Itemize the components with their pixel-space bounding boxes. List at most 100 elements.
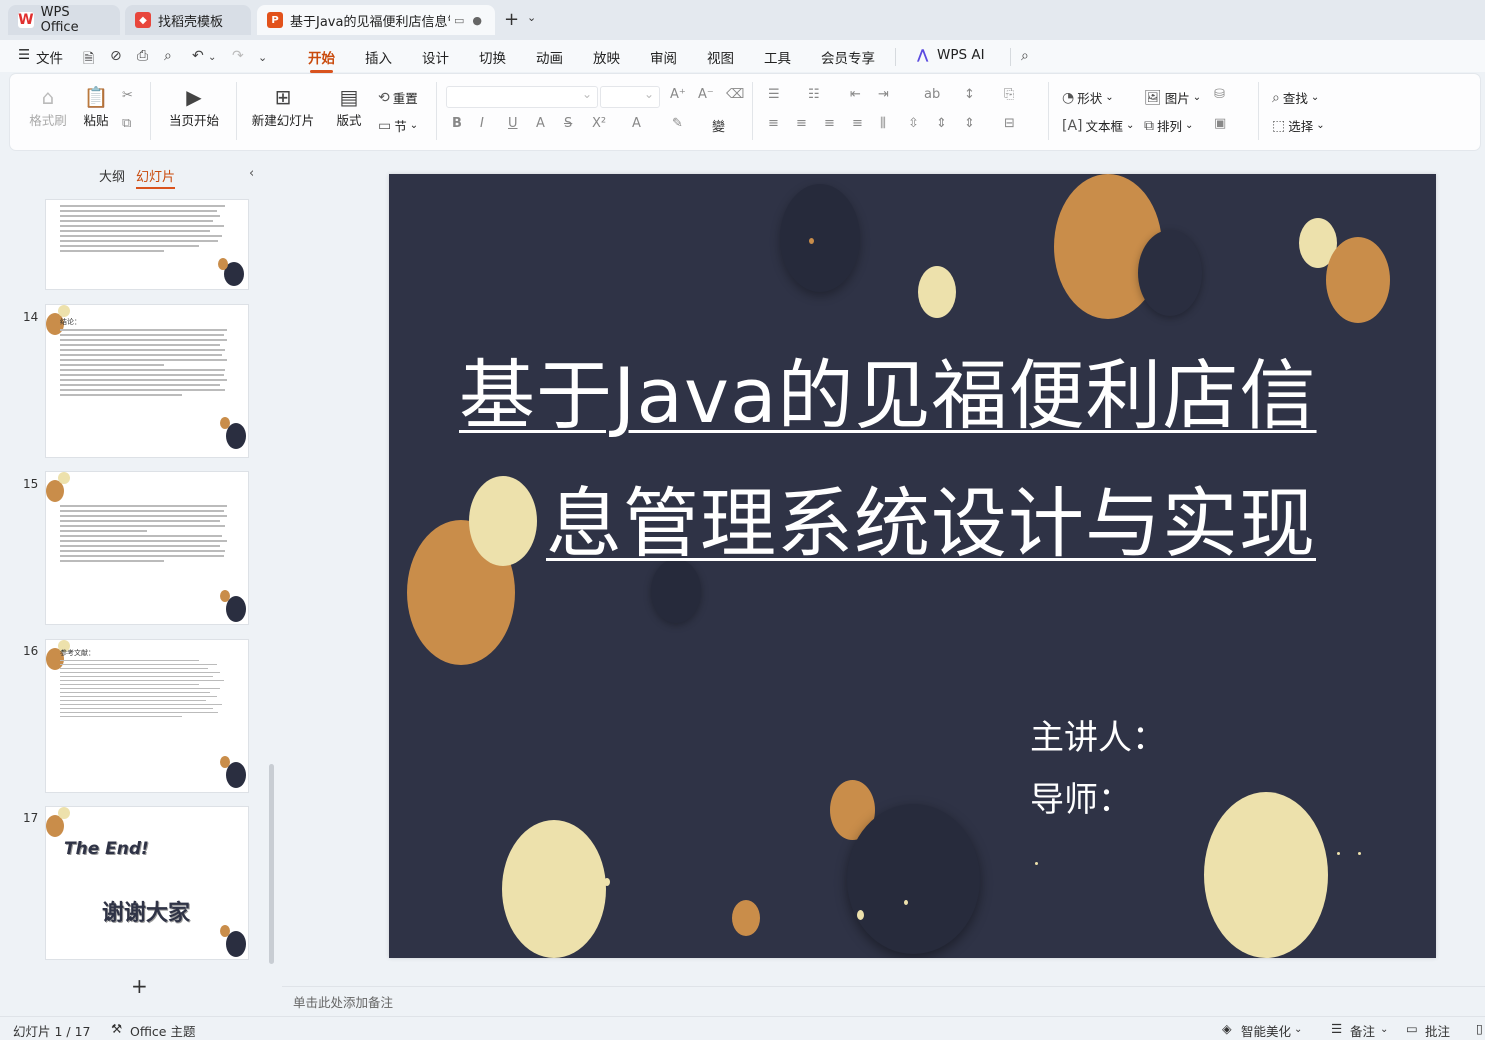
align-center-icon[interactable]: ≡ <box>796 116 807 131</box>
slide-thumbnail-13[interactable] <box>46 200 248 289</box>
menu-slideshow[interactable]: 放映 <box>593 47 620 67</box>
phonetic-icon[interactable]: 變 <box>712 116 725 135</box>
add-slide-button[interactable]: + <box>131 974 148 998</box>
monitor-icon[interactable]: ▭ <box>454 14 464 27</box>
undo-dropdown-icon[interactable]: ⌄ <box>208 52 216 63</box>
shadow-text-icon[interactable]: A <box>536 116 545 131</box>
paste-button[interactable]: 📋 粘贴 <box>74 84 118 129</box>
textbox-button[interactable]: [A] 文本框 ⌄ <box>1062 116 1134 135</box>
cut-icon[interactable]: ✂ <box>122 88 133 103</box>
font-color-icon[interactable]: A <box>632 116 641 131</box>
collapse-panel-icon[interactable]: ‹ <box>249 166 254 181</box>
font-size-select[interactable] <box>600 86 660 108</box>
new-tab-icon[interactable]: + <box>504 9 519 30</box>
font-family-select[interactable] <box>446 86 598 108</box>
notes-pane[interactable]: 单击此处添加备注 <box>282 986 1485 1014</box>
decrease-font-icon[interactable]: A⁻ <box>698 87 714 102</box>
select-button[interactable]: ⬚ 选择 ⌄ <box>1272 116 1325 135</box>
new-slide-button[interactable]: ⊞ 新建幻灯片 <box>246 84 320 129</box>
layout-button[interactable]: ▤ 版式 <box>328 84 370 129</box>
current-slide[interactable]: 基于Java的见福便利店信 息管理系统设计与实现 主讲人： 导师： <box>389 174 1436 958</box>
tab-outline[interactable]: 大纲 <box>99 166 125 185</box>
scrollbar[interactable] <box>269 764 274 964</box>
from-current-slide-button[interactable]: ▶ 当页开始 <box>160 84 228 129</box>
menu-insert[interactable]: 插入 <box>365 47 392 67</box>
tab-current-presentation[interactable]: P 基于Java的见福便利店信息管 ▭ ● <box>257 5 495 35</box>
slide-thumbnail-14[interactable]: 结论： <box>46 305 248 457</box>
section-button[interactable]: ▭ 节 ⌄ <box>378 116 418 135</box>
normal-view-icon[interactable]: ▯ <box>1476 1021 1483 1036</box>
arrange-button[interactable]: ⧉ 排列 ⌄ <box>1144 116 1193 135</box>
highlight-icon[interactable]: ✎ <box>672 116 683 131</box>
indent-icon[interactable]: ⇥ <box>878 87 889 102</box>
menu-view[interactable]: 视图 <box>707 47 734 67</box>
menu-animation[interactable]: 动画 <box>536 47 563 67</box>
align-right-icon[interactable]: ≡ <box>824 116 835 131</box>
convert-smartart-icon[interactable]: ⎘ <box>1004 87 1014 102</box>
theme-name[interactable]: Office 主题 <box>130 1021 195 1040</box>
menu-home[interactable]: 开始 <box>308 47 335 73</box>
undo-icon[interactable]: ↶ <box>192 48 204 64</box>
presenter-label[interactable]: 主讲人： <box>1030 710 1166 759</box>
close-dot-icon[interactable]: ● <box>472 14 482 27</box>
shape-button[interactable]: ◔ 形状 ⌄ <box>1062 88 1114 107</box>
save-icon[interactable]: 🗎 <box>83 48 94 72</box>
distribute-icon[interactable]: ⫼ <box>880 116 886 131</box>
fill-icon[interactable]: ⛁ <box>1214 87 1225 102</box>
line-spacing-icon[interactable]: ↕ <box>964 87 975 102</box>
increase-font-icon[interactable]: A⁺ <box>670 87 686 102</box>
slide-thumbnail-15[interactable] <box>46 472 248 624</box>
menu-membership[interactable]: 会员专享 <box>821 47 875 67</box>
columns-icon[interactable]: ⇕ <box>936 116 947 131</box>
redo-icon[interactable]: ↷ <box>232 48 244 64</box>
smart-beautify-button[interactable]: 智能美化 <box>1241 1021 1291 1040</box>
menu-design[interactable]: 设计 <box>422 47 449 67</box>
copy-icon[interactable]: ⧉ <box>122 116 131 131</box>
bold-icon[interactable]: B <box>452 116 462 131</box>
underline-icon[interactable]: U <box>508 116 518 131</box>
tab-docer-templates[interactable]: ◆ 找稻壳模板 <box>125 5 251 35</box>
menu-review[interactable]: 审阅 <box>650 47 677 67</box>
print-icon[interactable]: ⎙ <box>137 48 148 64</box>
chevron-down-icon[interactable]: ⌄ <box>1294 1024 1302 1035</box>
more-chevron-icon[interactable]: ⌄ <box>258 51 267 64</box>
para-spacing-icon[interactable]: ⇳ <box>908 116 919 131</box>
picture-button[interactable]: 🖼 图片 ⌄ <box>1144 88 1201 107</box>
slide-thumbnail-16[interactable]: 参考文献： <box>46 640 248 792</box>
superscript-icon[interactable]: X² <box>592 116 606 131</box>
menu-wps-ai[interactable]: WPS AI <box>937 47 985 63</box>
print-preview-icon[interactable]: ⌕ <box>164 48 172 64</box>
menu-tools[interactable]: 工具 <box>764 47 791 67</box>
numbering-icon[interactable]: ☷ <box>808 87 820 102</box>
slide-title-line-2[interactable]: 息管理系统设计与实现 <box>546 462 1316 572</box>
tab-slides[interactable]: 幻灯片 <box>136 166 176 189</box>
slide-thumbnail-17[interactable]: The End! 谢谢大家 <box>46 807 248 959</box>
format-painter-button[interactable]: ⌂ 格式刷 <box>28 84 68 129</box>
comments-button[interactable]: 批注 <box>1425 1021 1450 1040</box>
italic-icon[interactable]: I <box>480 116 484 131</box>
link-icon[interactable]: ⊘ <box>110 48 122 64</box>
strikethrough-icon[interactable]: S <box>564 116 572 131</box>
notes-button[interactable]: 备注 <box>1350 1021 1375 1040</box>
chevron-down-icon[interactable]: ⌄ <box>1380 1024 1388 1035</box>
chevron-down-icon[interactable]: ⌄ <box>527 11 536 24</box>
outdent-icon[interactable]: ⇤ <box>850 87 861 102</box>
menu-transition[interactable]: 切换 <box>479 47 506 67</box>
text-direction-icon[interactable]: ab <box>924 87 940 102</box>
vertical-align-icon[interactable]: ⇕ <box>964 116 975 131</box>
justify-icon[interactable]: ≡ <box>852 116 863 131</box>
advisor-label[interactable]: 导师： <box>1030 772 1132 821</box>
notes-placeholder[interactable]: 单击此处添加备注 <box>293 992 393 1011</box>
slide-title-line-1[interactable]: 基于Java的见福便利店信 <box>459 334 1317 444</box>
search-icon[interactable]: ⌕ <box>1021 48 1029 64</box>
tab-wps-office[interactable]: W WPS Office <box>8 5 120 35</box>
wps-ai-icon[interactable]: ⋀ <box>917 47 928 63</box>
bullets-icon[interactable]: ☰ <box>768 87 780 102</box>
align-left-icon[interactable]: ≡ <box>768 116 779 131</box>
outline-icon[interactable]: ▣ <box>1214 116 1226 131</box>
reset-button[interactable]: ⟲ 重置 <box>378 88 418 107</box>
text-box-align-icon[interactable]: ⊟ <box>1004 116 1015 131</box>
hamburger-icon[interactable]: ☰ <box>18 47 30 63</box>
menu-file[interactable]: 文件 <box>36 47 63 67</box>
clear-format-icon[interactable]: ⌫ <box>726 87 744 102</box>
